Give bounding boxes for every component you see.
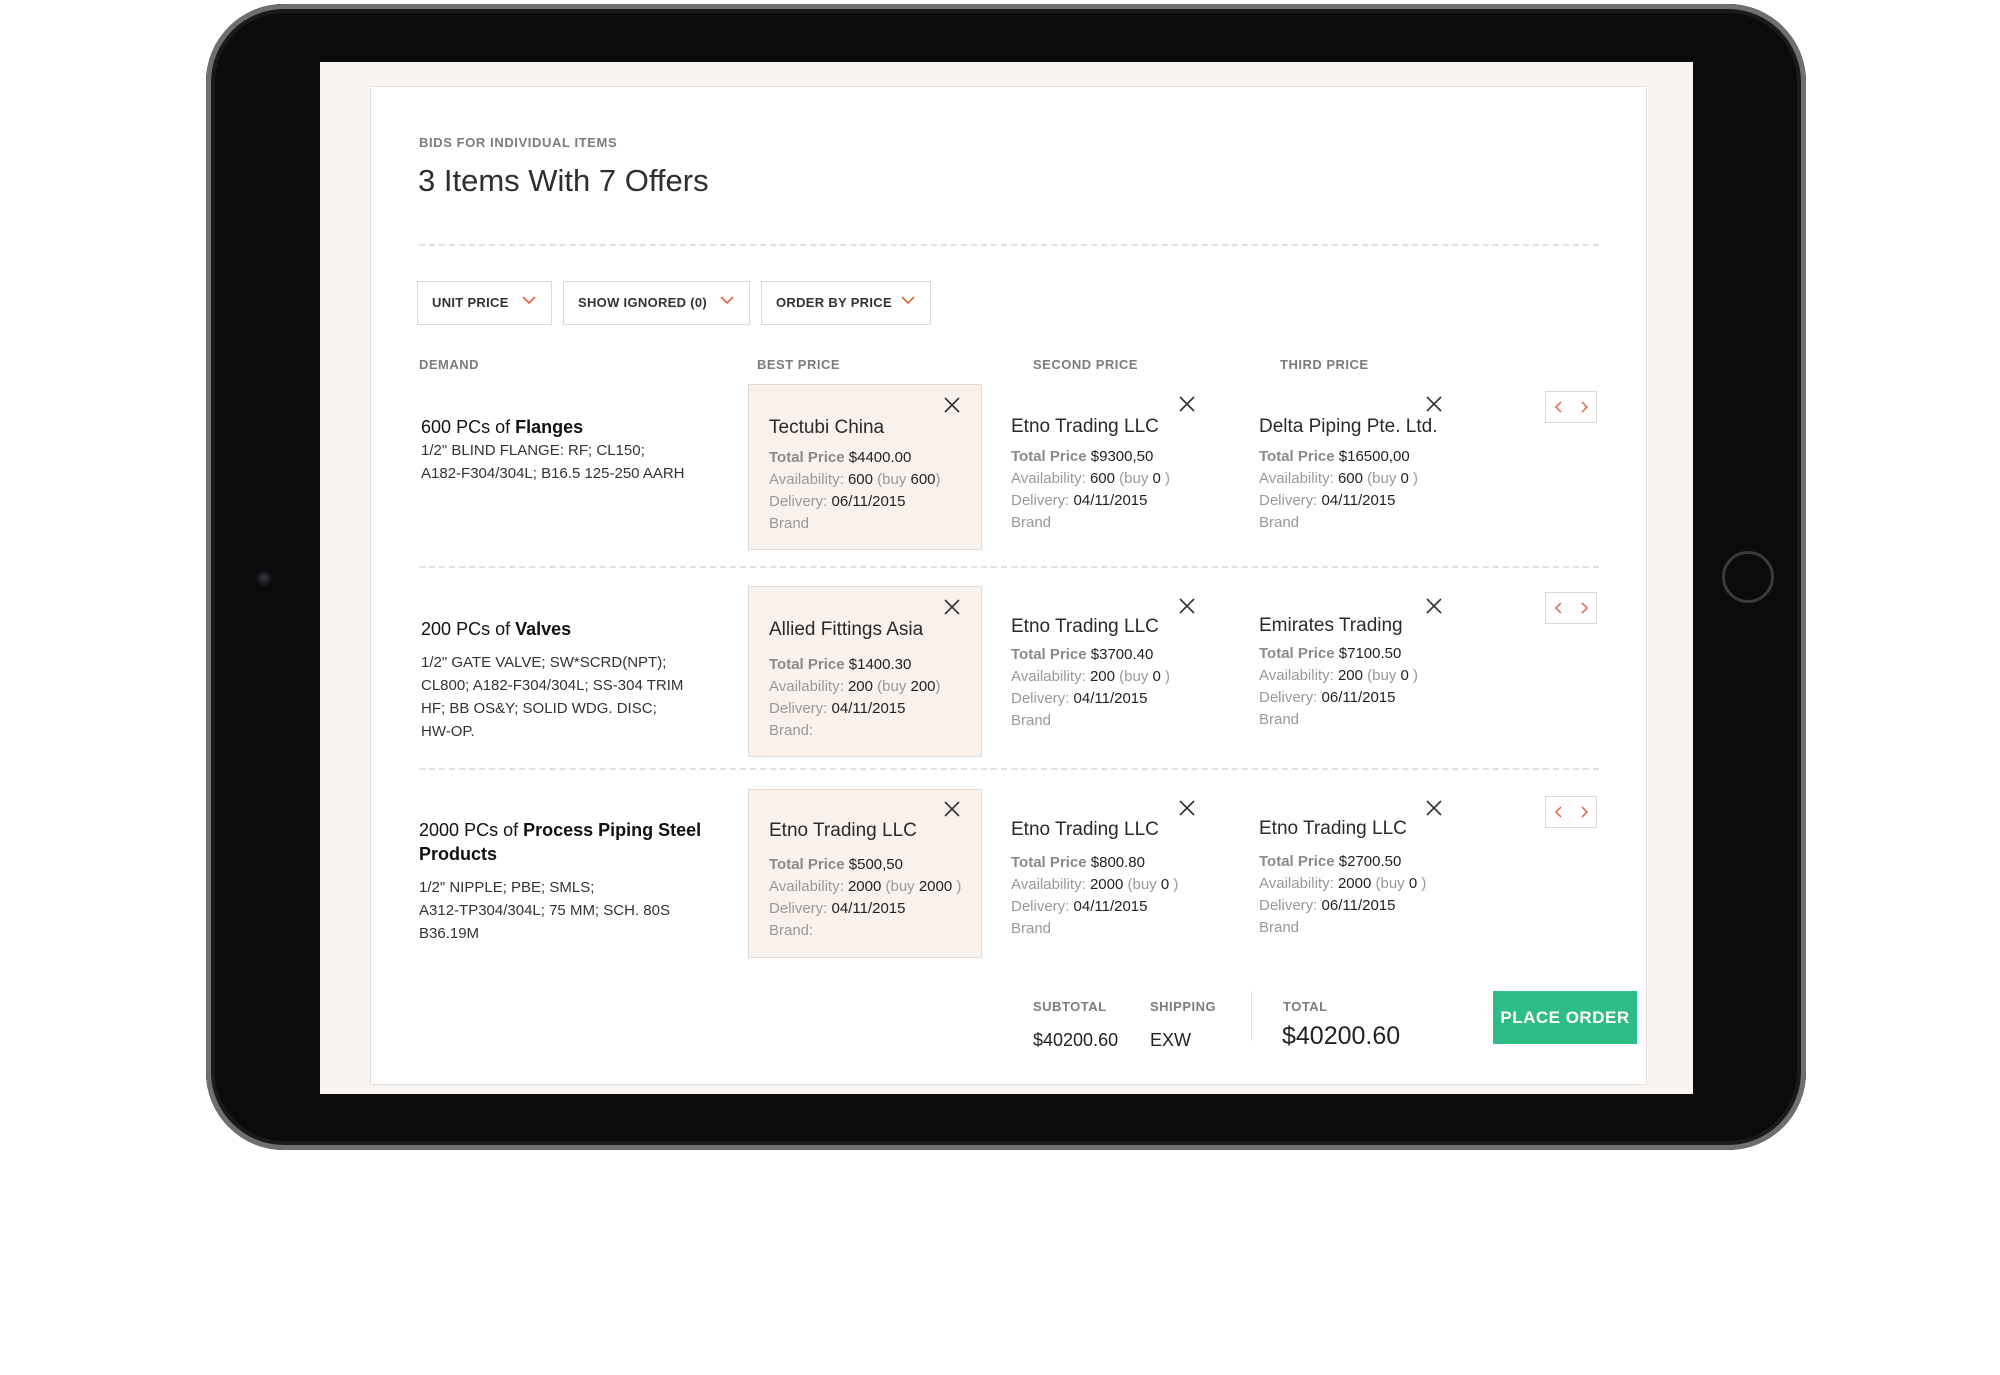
chevron-right-icon[interactable] [1571,392,1596,422]
order-by-price-dropdown[interactable]: ORDER BY PRICE [761,281,931,325]
chevron-down-icon [522,296,536,305]
chevron-right-icon[interactable] [1571,593,1596,623]
offer-pager [1545,796,1597,828]
offer-details: Total Price $800.80 Availability: 2000 (… [1011,854,1179,937]
page-title: 3 Items With 7 Offers [418,163,709,198]
offer-details: Total Price $16500,00 Availability: 600 … [1259,448,1419,531]
offer-details: Total Price $4400.00 Availability: 600 (… [769,449,941,532]
home-button [1722,551,1774,603]
shipping-label: SHIPPING [1150,999,1217,1014]
offer-details: Total Price $3700.40 Availability: 200 (… [1011,646,1171,729]
chevron-left-icon[interactable] [1546,593,1571,623]
demand-item: 200 PCs of Valves 1/2" GATE VALVE; SW*SC… [421,617,721,743]
offer-pager [1545,592,1597,624]
vendor-name: Etno Trading LLC [1011,416,1159,437]
vendor-name: Etno Trading LLC [1011,819,1159,840]
offer-card-third[interactable]: Etno Trading LLC Total Price $2700.50 Av… [1239,789,1473,955]
column-demand: DEMAND [419,357,480,372]
demand-title: 2000 PCs of Process Piping Steel Products [419,820,702,864]
bids-card: BIDS FOR INDIVIDUAL ITEMS 3 Items With 7… [370,86,1647,1085]
column-second-price: SECOND PRICE [1033,357,1138,372]
close-icon[interactable] [1423,393,1445,415]
vendor-name: Etno Trading LLC [1011,616,1159,637]
vendor-name: Allied Fittings Asia [769,619,924,640]
divider [419,566,1599,568]
unit-price-label: UNIT PRICE [432,295,509,310]
order-by-label: ORDER BY PRICE [776,295,892,310]
demand-description: 1/2" NIPPLE; PBE; SMLS; A312-TP304/304L; … [419,879,670,942]
show-ignored-label: SHOW IGNORED (0) [578,295,708,310]
chevron-down-icon [720,296,734,305]
offer-details: Total Price $500,50 Availability: 2000 (… [769,856,962,939]
close-icon[interactable] [1423,797,1445,819]
close-icon[interactable] [1423,595,1445,617]
offer-details: Total Price $9300,50 Availability: 600 (… [1011,448,1171,531]
chevron-left-icon[interactable] [1546,797,1571,827]
total-label: TOTAL [1283,999,1328,1014]
column-best-price: BEST PRICE [757,357,841,372]
demand-title: 200 PCs of Valves [421,619,572,639]
vendor-name: Delta Piping Pte. Ltd. [1259,416,1438,437]
close-icon[interactable] [941,596,963,618]
close-icon[interactable] [941,394,963,416]
demand-item: 2000 PCs of Process Piping Steel Products… [419,818,719,945]
offer-card-second[interactable]: Etno Trading LLC Total Price $3700.40 Av… [991,586,1225,752]
total-value: $40200.60 [1282,1022,1401,1050]
demand-description: 1/2" GATE VALVE; SW*SCRD(NPT); CL800; A18… [421,654,684,740]
divider [419,768,1599,770]
vendor-name: Emirates Trading [1259,615,1403,636]
show-ignored-dropdown[interactable]: SHOW IGNORED (0) [563,281,750,325]
section-eyebrow: BIDS FOR INDIVIDUAL ITEMS [419,135,618,150]
demand-item: 600 PCs of Flanges 1/2" BLIND FLANGE: RF… [421,415,721,485]
chevron-right-icon[interactable] [1571,797,1596,827]
offer-details: Total Price $7100.50 Availability: 200 (… [1259,645,1419,728]
offer-card-second[interactable]: Etno Trading LLC Total Price $800.80 Ava… [991,789,1225,955]
offer-card-third[interactable]: Emirates Trading Total Price $7100.50 Av… [1239,586,1473,752]
offer-card-best[interactable]: Etno Trading LLC Total Price $500,50 Ava… [748,789,982,958]
offer-details: Total Price $2700.50 Availability: 2000 … [1259,853,1427,936]
vendor-name: Etno Trading LLC [1259,818,1407,839]
screen: BIDS FOR INDIVIDUAL ITEMS 3 Items With 7… [320,62,1693,1094]
offer-pager [1545,391,1597,423]
demand-title: 600 PCs of Flanges [421,417,584,437]
vendor-name: Etno Trading LLC [769,820,917,841]
chevron-down-icon [901,296,915,305]
shipping-value: EXW [1150,1030,1192,1050]
offer-card-best[interactable]: Tectubi China Total Price $4400.00 Avail… [748,384,982,550]
vendor-name: Tectubi China [769,417,885,438]
subtotal-label: SUBTOTAL [1033,999,1107,1014]
column-third-price: THIRD PRICE [1280,357,1369,372]
divider [419,244,1599,246]
chevron-left-icon[interactable] [1546,392,1571,422]
camera-dot [257,571,271,585]
subtotal-value: $40200.60 [1033,1030,1119,1050]
offer-card-best[interactable]: Allied Fittings Asia Total Price $1400.3… [748,586,982,757]
offer-card-third[interactable]: Delta Piping Pte. Ltd. Total Price $1650… [1239,384,1473,550]
unit-price-dropdown[interactable]: UNIT PRICE [417,281,552,325]
close-icon[interactable] [1176,393,1198,415]
offer-card-second[interactable]: Etno Trading LLC Total Price $9300,50 Av… [991,384,1225,550]
close-icon[interactable] [941,798,963,820]
demand-description: 1/2" BLIND FLANGE: RF; CL150; A182-F304/3… [421,442,685,482]
offer-details: Total Price $1400.30 Availability: 200 (… [769,656,941,739]
close-icon[interactable] [1176,797,1198,819]
close-icon[interactable] [1176,595,1198,617]
vertical-divider [1251,991,1252,1041]
place-order-button[interactable]: PLACE ORDER [1493,991,1637,1044]
